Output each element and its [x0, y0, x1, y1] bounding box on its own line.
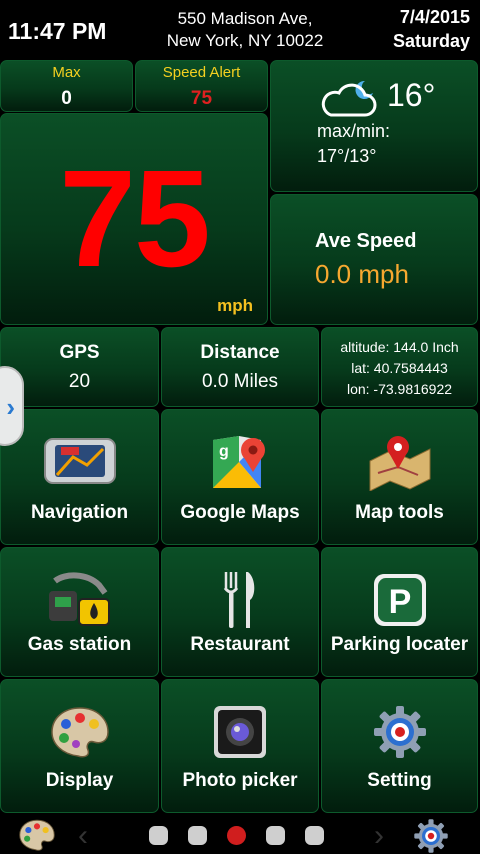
map-pin-icon	[362, 430, 438, 494]
palette-icon	[42, 700, 118, 764]
bottom-pager-bar: ‹ ›	[0, 816, 480, 854]
app-label: Photo picker	[182, 770, 298, 791]
clock-time: 11:47 PM	[8, 18, 107, 44]
longitude-text: lon: -73.9816922	[346, 381, 453, 397]
chevron-left-icon[interactable]: ‹	[78, 819, 88, 853]
max-speed-tile[interactable]: Max 0	[0, 60, 133, 112]
svg-text:P: P	[388, 583, 411, 621]
app-label: Map tools	[355, 502, 444, 523]
cloud-night-icon	[319, 75, 381, 124]
maxmin-value: 17°/13°	[317, 146, 377, 166]
gps-label: GPS	[59, 342, 100, 363]
page-dot[interactable]	[188, 826, 207, 845]
maxmin-label: max/min:	[317, 121, 391, 141]
chevron-right-icon[interactable]: ›	[374, 819, 384, 853]
address-line2: New York, NY 10022	[166, 31, 324, 50]
current-address: 550 Madison Ave, New York, NY 10022	[150, 8, 340, 52]
gear-icon[interactable]	[413, 818, 449, 854]
max-value: 0	[61, 88, 72, 109]
speed-alert-value: 75	[190, 88, 213, 109]
page-dot[interactable]	[305, 826, 324, 845]
distance-label: Distance	[200, 342, 280, 363]
current-speed: 75	[59, 142, 211, 296]
page-dot[interactable]	[266, 826, 285, 845]
restaurant-button[interactable]: Restaurant	[161, 547, 319, 677]
date-display: 7/4/2015 Saturday	[393, 5, 470, 53]
map-tools-button[interactable]: Map tools	[321, 409, 478, 545]
distance-tile[interactable]: Distance 0.0 Miles	[161, 327, 319, 407]
palette-icon[interactable]	[18, 819, 56, 854]
app-label: Display	[45, 770, 114, 791]
app-label: Restaurant	[190, 634, 290, 655]
gps-device-icon	[42, 430, 118, 494]
app-label: Parking locater	[330, 634, 469, 655]
address-line1: 550 Madison Ave,	[177, 9, 313, 28]
side-drawer-handle[interactable]: ›	[0, 366, 24, 446]
gas-station-button[interactable]: Gas station	[0, 547, 159, 677]
chevron-right-icon: ›	[6, 392, 15, 422]
svg-text:g: g	[219, 443, 229, 460]
ave-speed-value: 0.0 mph	[315, 259, 409, 289]
altitude-text: altitude: 144.0 Inch	[340, 339, 459, 355]
photo-picker-button[interactable]: Photo picker	[161, 679, 319, 813]
camera-icon	[202, 700, 278, 764]
app-label: Google Maps	[180, 502, 300, 523]
max-label: Max	[52, 64, 81, 81]
location-tile[interactable]: altitude: 144.0 Inch lat: 40.7584443 lon…	[321, 327, 478, 407]
app-label: Navigation	[30, 502, 129, 523]
distance-value: 0.0 Miles	[201, 371, 279, 392]
page-dot-active[interactable]	[227, 826, 246, 845]
temperature: 16°	[387, 77, 436, 113]
speed-alert-tile[interactable]: Speed Alert 75	[135, 60, 268, 112]
weekday-text: Saturday	[392, 31, 470, 51]
google-maps-icon: g	[202, 430, 278, 494]
app-label: Gas station	[27, 634, 132, 655]
display-button[interactable]: Display	[0, 679, 159, 813]
page-dot[interactable]	[149, 826, 168, 845]
speed-unit: mph	[217, 296, 253, 315]
parking-icon: P	[362, 568, 438, 632]
gas-pump-icon	[42, 568, 118, 632]
speedometer-tile[interactable]: 75 mph	[0, 113, 268, 325]
gps-value: 20	[68, 371, 91, 392]
ave-speed-tile[interactable]: Ave Speed 0.0 mph	[270, 194, 478, 325]
setting-button[interactable]: Setting	[321, 679, 478, 813]
date-text: 7/4/2015	[399, 7, 470, 27]
gear-icon	[362, 700, 438, 764]
latitude-text: lat: 40.7584443	[351, 360, 448, 376]
parking-locater-button[interactable]: P Parking locater	[321, 547, 478, 677]
google-maps-button[interactable]: g Google Maps	[161, 409, 319, 545]
ave-speed-label: Ave Speed	[315, 230, 417, 252]
fork-knife-icon	[202, 568, 278, 632]
weather-tile[interactable]: 16° max/min: 17°/13°	[270, 60, 478, 192]
app-label: Setting	[367, 770, 432, 791]
speed-alert-label: Speed Alert	[162, 64, 241, 81]
location-info: altitude: 144.0 Inch lat: 40.7584443 lon…	[322, 337, 477, 400]
